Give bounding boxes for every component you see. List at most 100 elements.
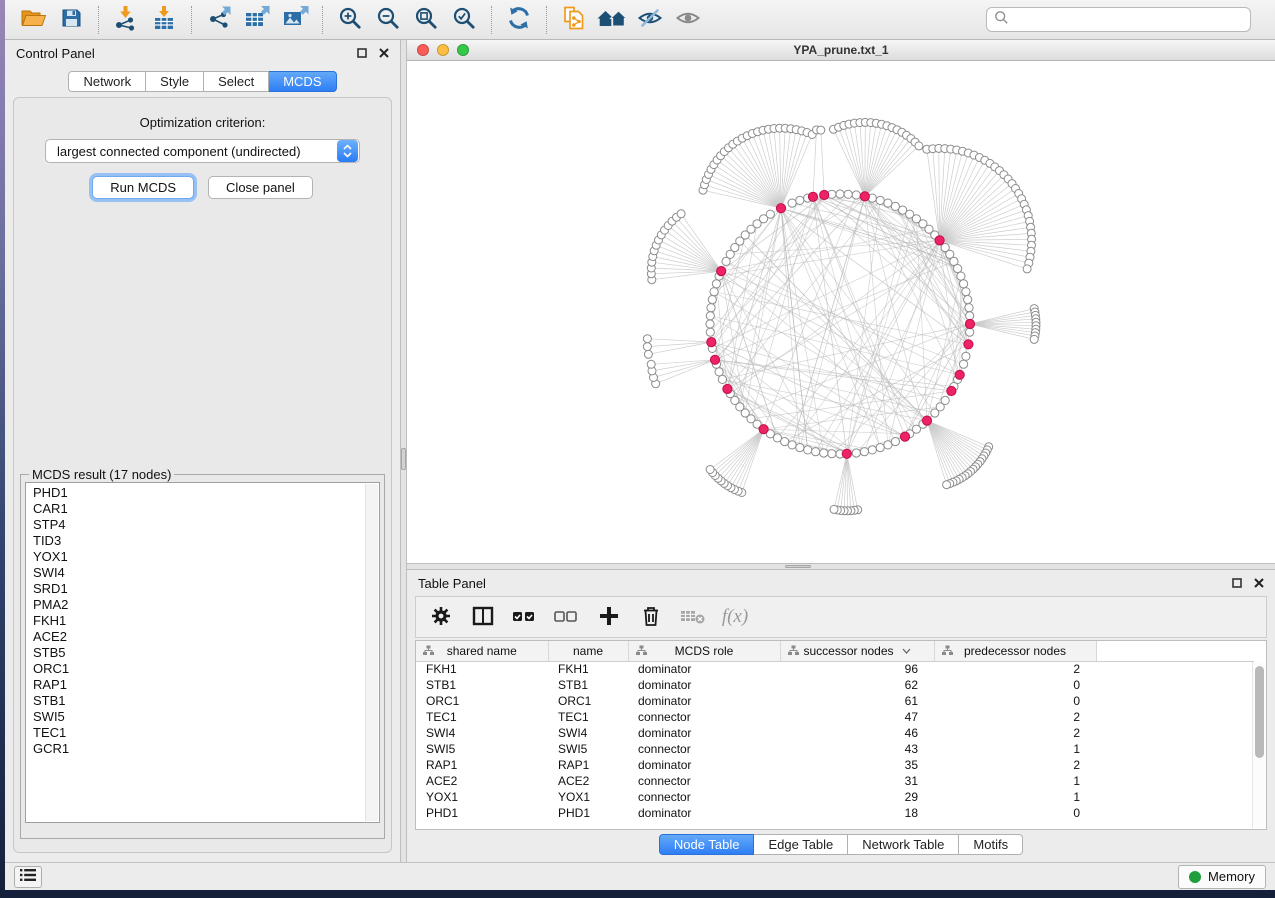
mcds-result-item[interactable]: PMA2 — [33, 597, 379, 613]
window-minimize-icon[interactable] — [437, 44, 449, 56]
column-header-name[interactable]: name — [548, 641, 628, 661]
cell-name[interactable]: STB1 — [548, 677, 628, 693]
import-network-button[interactable] — [108, 4, 144, 36]
table-row[interactable]: RAP1RAP1dominator352 — [416, 757, 1254, 773]
mcds-result-item[interactable]: SRD1 — [33, 581, 379, 597]
mcds-result-item[interactable]: PHD1 — [33, 485, 379, 501]
cell-successor-nodes[interactable]: 96 — [780, 661, 934, 677]
export-network-button[interactable] — [201, 4, 237, 36]
cell-name[interactable]: ACE2 — [548, 773, 628, 789]
table-row[interactable]: ORC1ORC1dominator610 — [416, 693, 1254, 709]
mcds-result-list[interactable]: PHD1CAR1STP4TID3YOX1SWI4SRD1PMA2FKH1ACE2… — [25, 482, 380, 823]
cell-shared-name[interactable]: RAP1 — [416, 757, 548, 773]
zoom-fit-button[interactable] — [408, 4, 444, 36]
cell-shared-name[interactable]: ORC1 — [416, 693, 548, 709]
mcds-result-item[interactable]: ORC1 — [33, 661, 379, 677]
cell-name[interactable]: SWI5 — [548, 741, 628, 757]
memory-button[interactable]: Memory — [1178, 865, 1266, 889]
zoom-selected-button[interactable] — [446, 4, 482, 36]
horizontal-splitter[interactable] — [407, 563, 1275, 570]
cell-shared-name[interactable]: TEC1 — [416, 709, 548, 725]
window-close-icon[interactable] — [417, 44, 429, 56]
refresh-layout-button[interactable] — [501, 4, 537, 36]
export-image-button[interactable] — [277, 4, 313, 36]
cell-name[interactable]: TEC1 — [548, 709, 628, 725]
cell-predecessor-nodes[interactable]: 1 — [934, 773, 1096, 789]
tab-style[interactable]: Style — [146, 71, 204, 92]
cell-shared-name[interactable]: FKH1 — [416, 661, 548, 677]
search-field[interactable] — [986, 7, 1251, 32]
vertical-splitter[interactable] — [400, 40, 407, 862]
delete-column-button[interactable] — [634, 600, 668, 634]
table-row[interactable]: TEC1TEC1connector472 — [416, 709, 1254, 725]
cell-successor-nodes[interactable]: 35 — [780, 757, 934, 773]
zoom-in-button[interactable] — [332, 4, 368, 36]
cell-predecessor-nodes[interactable]: 1 — [934, 789, 1096, 805]
mcds-result-item[interactable]: RAP1 — [33, 677, 379, 693]
mcds-result-item[interactable]: SWI4 — [33, 565, 379, 581]
cell-successor-nodes[interactable]: 61 — [780, 693, 934, 709]
table-settings-button[interactable] — [424, 600, 458, 634]
tab-node-table[interactable]: Node Table — [659, 834, 755, 855]
cell-shared-name[interactable]: PHD1 — [416, 805, 548, 821]
tab-network-table[interactable]: Network Table — [848, 834, 959, 855]
scrollbar-thumb[interactable] — [1255, 666, 1264, 758]
close-panel-icon[interactable] — [379, 46, 389, 61]
table-scrollbar[interactable] — [1252, 662, 1265, 828]
mcds-result-item[interactable]: STB5 — [33, 645, 379, 661]
cell-shared-name[interactable]: SWI5 — [416, 741, 548, 757]
table-row[interactable]: STB1STB1dominator620 — [416, 677, 1254, 693]
cell-predecessor-nodes[interactable]: 2 — [934, 757, 1096, 773]
cell-successor-nodes[interactable]: 43 — [780, 741, 934, 757]
toggle-panel-button[interactable] — [466, 600, 500, 634]
cell-name[interactable]: YOX1 — [548, 789, 628, 805]
close-panel-button[interactable]: Close panel — [208, 176, 313, 199]
cell-predecessor-nodes[interactable]: 1 — [934, 741, 1096, 757]
cell-successor-nodes[interactable]: 62 — [780, 677, 934, 693]
cell-successor-nodes[interactable]: 31 — [780, 773, 934, 789]
cell-name[interactable]: RAP1 — [548, 757, 628, 773]
splitter-handle[interactable] — [401, 448, 406, 470]
cell-predecessor-nodes[interactable]: 2 — [934, 725, 1096, 741]
cell-mcds-role[interactable]: dominator — [628, 757, 780, 773]
show-all-button[interactable] — [670, 4, 706, 36]
cell-mcds-role[interactable]: connector — [628, 709, 780, 725]
first-neighbors-button[interactable] — [594, 4, 630, 36]
mcds-result-item[interactable]: TID3 — [33, 533, 379, 549]
cell-name[interactable]: PHD1 — [548, 805, 628, 821]
open-file-button[interactable] — [15, 4, 51, 36]
column-header-predecessor-nodes[interactable]: predecessor nodes — [934, 641, 1096, 661]
save-session-button[interactable] — [53, 4, 89, 36]
network-graph[interactable] — [407, 61, 1275, 562]
mcds-result-item[interactable]: CAR1 — [33, 501, 379, 517]
cell-shared-name[interactable]: YOX1 — [416, 789, 548, 805]
cell-mcds-role[interactable]: dominator — [628, 725, 780, 741]
window-zoom-icon[interactable] — [457, 44, 469, 56]
mcds-result-item[interactable]: TEC1 — [33, 725, 379, 741]
table-row[interactable]: SWI5SWI5connector431 — [416, 741, 1254, 757]
hide-selected-button[interactable] — [632, 4, 668, 36]
tab-mcds[interactable]: MCDS — [269, 71, 336, 92]
cell-predecessor-nodes[interactable]: 2 — [934, 661, 1096, 677]
cell-successor-nodes[interactable]: 46 — [780, 725, 934, 741]
cell-mcds-role[interactable]: dominator — [628, 693, 780, 709]
cell-successor-nodes[interactable]: 29 — [780, 789, 934, 805]
search-input[interactable] — [1014, 11, 1243, 28]
cell-successor-nodes[interactable]: 47 — [780, 709, 934, 725]
tab-network[interactable]: Network — [68, 71, 146, 92]
tab-edge-table[interactable]: Edge Table — [754, 834, 848, 855]
cell-mcds-role[interactable]: dominator — [628, 661, 780, 677]
table-row[interactable]: ACE2ACE2connector311 — [416, 773, 1254, 789]
table-row[interactable]: FKH1FKH1dominator962 — [416, 661, 1254, 677]
column-header-mcds-role[interactable]: MCDS role — [628, 641, 780, 661]
duplicate-network-button[interactable] — [556, 4, 592, 36]
cell-predecessor-nodes[interactable]: 0 — [934, 805, 1096, 821]
cell-successor-nodes[interactable]: 18 — [780, 805, 934, 821]
mcds-result-item[interactable]: FKH1 — [33, 613, 379, 629]
cell-name[interactable]: FKH1 — [548, 661, 628, 677]
mcds-list-scrollbar[interactable] — [365, 484, 378, 821]
float-table-panel-icon[interactable] — [1232, 576, 1242, 591]
cell-name[interactable]: SWI4 — [548, 725, 628, 741]
splitter-handle-horizontal[interactable] — [785, 565, 811, 568]
cell-predecessor-nodes[interactable]: 0 — [934, 677, 1096, 693]
